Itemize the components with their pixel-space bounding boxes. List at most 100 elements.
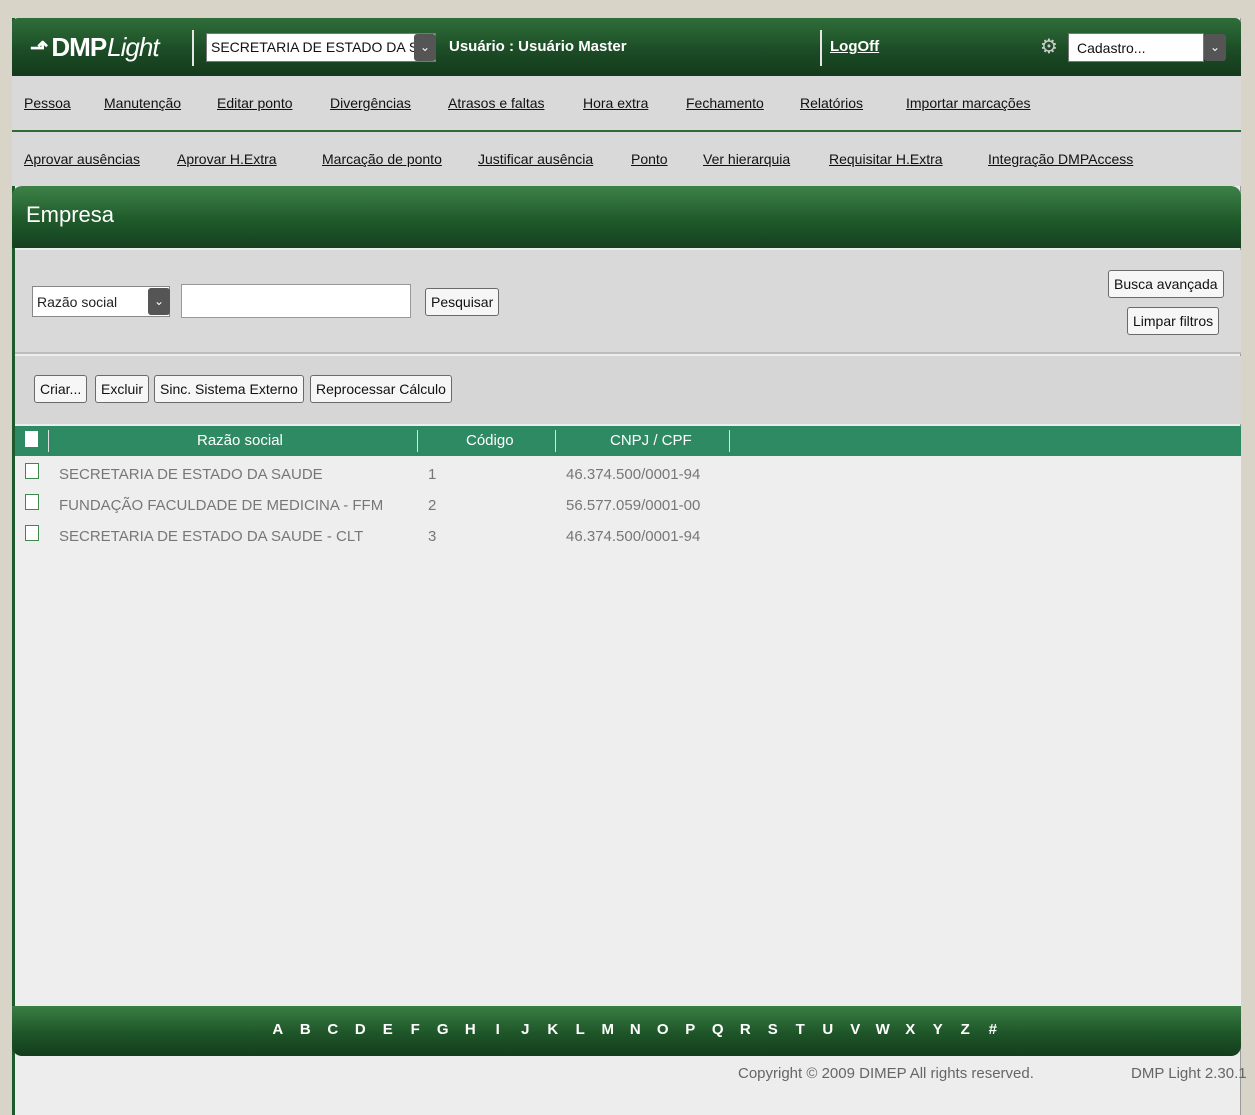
letter-filter-o[interactable]: O [649,1021,677,1038]
menu-item-pessoa[interactable]: Pessoa [24,95,71,111]
company-select[interactable]: SECRETARIA DE ESTADO DA SAU [206,33,436,62]
chevron-down-icon[interactable]: ⌄ [148,288,170,315]
letter-filter-j[interactable]: J [512,1021,540,1038]
page-title: Empresa [12,186,1241,248]
cell-codigo: 3 [428,528,437,545]
letter-filter-k[interactable]: K [539,1021,567,1038]
menu-item-fechamento[interactable]: Fechamento [686,95,764,111]
gear-icon[interactable]: ⚙ [1040,34,1058,59]
reprocess-button[interactable]: Reprocessar Cálculo [310,375,452,403]
letter-filter-m[interactable]: M [594,1021,622,1038]
letter-filter-y[interactable]: Y [924,1021,952,1038]
letter-filter-t[interactable]: T [787,1021,815,1038]
letter-filter-z[interactable]: Z [952,1021,980,1038]
menu-item-ponto[interactable]: Ponto [631,151,668,167]
letter-filter-w[interactable]: W [869,1021,897,1038]
row-checkbox[interactable] [25,494,39,510]
letter-filter-d[interactable]: D [347,1021,375,1038]
letter-filter-r[interactable]: R [732,1021,760,1038]
menu-row-1: Pessoa Manutenção Editar ponto Divergênc… [12,76,1241,132]
letter-filter-g[interactable]: G [429,1021,457,1038]
row-checkbox[interactable] [25,463,39,479]
menu-item-manutencao[interactable]: Manutenção [104,95,181,111]
logo-bold-text: DMP [51,32,107,62]
menu-item-aprovar-hextra[interactable]: Aprovar H.Extra [177,151,277,167]
top-bar: ⬏ DMP Light SECRETARIA DE ESTADO DA SAU … [12,18,1241,76]
menu-item-justificar-ausencia[interactable]: Justificar ausência [478,151,593,167]
table-row[interactable]: FUNDAÇÃO FACULDADE DE MEDICINA - FFM 2 5… [15,490,1241,521]
menu-item-requisitar-hextra[interactable]: Requisitar H.Extra [829,151,943,167]
letter-filter-a[interactable]: A [264,1021,292,1038]
menu-item-editar-ponto[interactable]: Editar ponto [217,95,293,111]
letter-filter-c[interactable]: C [319,1021,347,1038]
search-panel: Razão social ⌄ Pesquisar Busca avançada … [15,250,1241,354]
letter-filter-p[interactable]: P [677,1021,705,1038]
letter-filter-i[interactable]: I [484,1021,512,1038]
letter-filter-f[interactable]: F [402,1021,430,1038]
menu-item-hora-extra[interactable]: Hora extra [583,95,648,111]
menu-item-relatorios[interactable]: Relatórios [800,95,863,111]
letter-filter-u[interactable]: U [814,1021,842,1038]
logo-arrow-icon: ⬏ [30,34,48,60]
letter-filter-x[interactable]: X [897,1021,925,1038]
cell-codigo: 1 [428,466,437,483]
cell-cnpj: 46.374.500/0001-94 [566,466,701,483]
cell-razao-social: SECRETARIA DE ESTADO DA SAUDE [59,466,323,483]
letter-filter-n[interactable]: N [622,1021,650,1038]
menu-row-2: Aprovar ausências Aprovar H.Extra Marcaç… [12,132,1241,186]
cadastro-select[interactable]: Cadastro... [1068,33,1204,62]
table-row[interactable]: SECRETARIA DE ESTADO DA SAUDE - CLT 3 46… [15,521,1241,552]
letter-filter-v[interactable]: V [842,1021,870,1038]
menu-item-integracao-dmpaccess[interactable]: Integração DMPAccess [988,151,1133,167]
letter-filter-s[interactable]: S [759,1021,787,1038]
logoff-link[interactable]: LogOff [830,38,879,55]
cell-razao-social: FUNDAÇÃO FACULDADE DE MEDICINA - FFM [59,497,384,514]
letter-filter-b[interactable]: B [292,1021,320,1038]
column-header-codigo[interactable]: Código [466,432,514,449]
search-input[interactable] [181,284,411,318]
delete-button[interactable]: Excluir [95,375,150,403]
column-divider [729,430,730,452]
alphabet-bar: A B C D E F G H I J K L M N O P Q R S T … [12,1006,1241,1056]
cadastro-select-value: Cadastro... [1077,40,1146,56]
logo-light-text: Light [107,32,159,62]
dmp-light-logo: ⬏ DMP Light [30,32,160,63]
letter-filter-e[interactable]: E [374,1021,402,1038]
table-row[interactable]: SECRETARIA DE ESTADO DA SAUDE 1 46.374.5… [15,459,1241,490]
menu-item-aprovar-ausencias[interactable]: Aprovar ausências [24,151,140,167]
cell-razao-social: SECRETARIA DE ESTADO DA SAUDE - CLT [59,528,364,545]
column-divider [555,430,556,452]
column-divider [417,430,418,452]
select-all-checkbox[interactable] [25,431,38,447]
chevron-down-icon[interactable]: ⌄ [1204,34,1226,61]
column-header-cnpj-cpf[interactable]: CNPJ / CPF [610,432,692,449]
menu-item-ver-hierarquia[interactable]: Ver hierarquia [703,151,790,167]
menu-item-divergencias[interactable]: Divergências [330,95,411,111]
row-checkbox[interactable] [25,525,39,541]
user-label: Usuário : Usuário Master [449,38,627,55]
cell-cnpj: 46.374.500/0001-94 [566,528,701,545]
sync-external-button[interactable]: Sinc. Sistema Externo [154,375,304,403]
alphabet-filter: A B C D E F G H I J K L M N O P Q R S T … [264,1021,1007,1038]
chevron-down-icon[interactable]: ⌄ [414,34,436,61]
menu-item-atrasos-faltas[interactable]: Atrasos e faltas [448,95,545,111]
table-body: SECRETARIA DE ESTADO DA SAUDE 1 46.374.5… [15,456,1241,1006]
menu-item-importar-marcacoes[interactable]: Importar marcações [906,95,1030,111]
table-header: Razão social Código CNPJ / CPF [15,426,1241,456]
column-divider [48,430,49,452]
letter-filter-q[interactable]: Q [704,1021,732,1038]
cell-codigo: 2 [428,497,437,514]
menu-item-marcacao-ponto[interactable]: Marcação de ponto [322,151,442,167]
search-field-value: Razão social [37,294,118,310]
search-button[interactable]: Pesquisar [425,288,500,316]
letter-filter-hash[interactable]: # [979,1021,1007,1038]
create-button[interactable]: Criar... [34,375,88,403]
clear-filters-button[interactable]: Limpar filtros [1127,307,1220,335]
letter-filter-l[interactable]: L [567,1021,595,1038]
cell-cnpj: 56.577.059/0001-00 [566,497,701,514]
divider [820,30,822,66]
column-header-razao-social[interactable]: Razão social [197,432,283,449]
letter-filter-h[interactable]: H [457,1021,485,1038]
advanced-search-button[interactable]: Busca avançada [1108,270,1224,298]
version-text: DMP Light 2.30.1 [1131,1065,1247,1082]
